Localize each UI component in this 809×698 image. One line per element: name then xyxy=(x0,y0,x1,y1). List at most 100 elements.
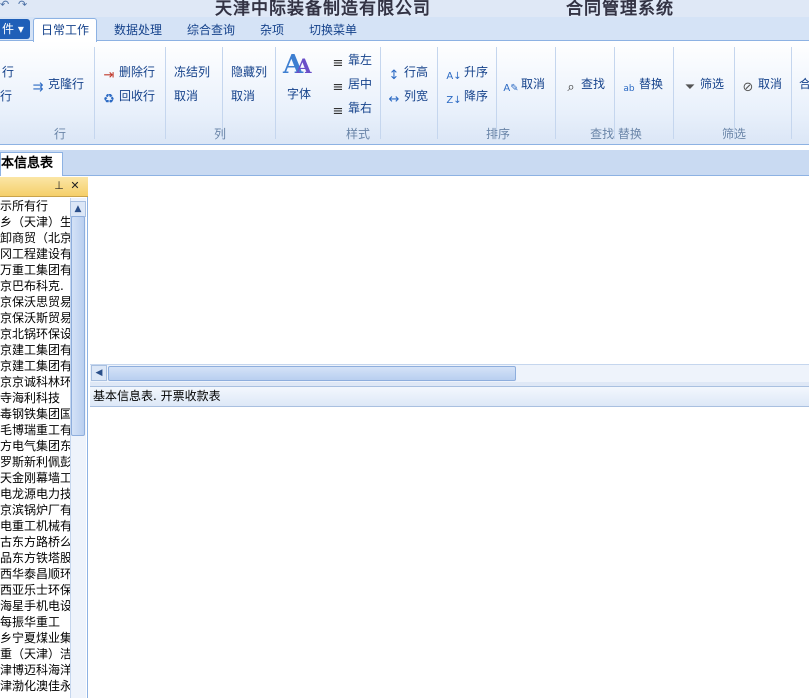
divider xyxy=(275,47,276,139)
clone-row-button[interactable]: ⇉ 克隆行 xyxy=(30,74,84,95)
align-left-icon: ≡ xyxy=(332,56,344,71)
scroll-left-icon[interactable]: ◀ xyxy=(91,365,107,381)
cancel-freeze-button[interactable]: 取消 xyxy=(174,86,198,106)
group-label-sort: 排序 xyxy=(485,127,510,141)
svg-text:A: A xyxy=(295,54,312,78)
find-label: 查找 xyxy=(581,77,606,91)
list-item[interactable]: 京保沃思贸易 xyxy=(0,294,70,310)
list-item[interactable]: 乡宁夏煤业集 xyxy=(0,630,70,646)
column-width-button[interactable]: ↔ 列宽 xyxy=(386,86,428,107)
list-item[interactable]: 方电气集团东 xyxy=(0,438,70,454)
list-item[interactable]: 卸商贸（北京 xyxy=(0,230,70,246)
sort-descending-button[interactable]: Z↓ 降序 xyxy=(446,86,488,106)
group-label-style: 样式 xyxy=(345,127,370,141)
company-list: 示所有行 乡（天津）生 卸商贸（北京 冈工程建设有 万重工集团有 京巴布科克. 京保沃思贸易… xyxy=(0,198,70,698)
font-large-icon[interactable]: A A xyxy=(282,48,316,80)
list-item[interactable]: 罗斯新利佩彭 xyxy=(0,454,70,470)
add-row-button[interactable]: 行 xyxy=(0,62,14,82)
redo-icon[interactable]: ↷ xyxy=(18,0,30,10)
document-tab-basic-info[interactable]: 基本信息表 xyxy=(0,152,63,176)
lower-grid[interactable] xyxy=(90,408,809,698)
cancel-sort-button[interactable]: A✎ 取消 xyxy=(503,74,545,94)
list-item[interactable]: 毒钢铁集团国 xyxy=(0,406,70,422)
delete-row-button[interactable]: ⇥ 删除行 xyxy=(101,62,156,83)
pin-icon[interactable]: ⊥ xyxy=(52,179,66,193)
list-item[interactable]: 每振华重工 xyxy=(0,614,70,630)
list-item[interactable]: 京建工集团有 xyxy=(0,342,70,358)
tab-data-processing[interactable]: 数据处理 xyxy=(114,21,162,41)
list-item[interactable]: 天金刚幕墙工 xyxy=(0,470,70,486)
list-item[interactable]: 京北锅环保设 xyxy=(0,326,70,342)
horizontal-scroll-thumb[interactable] xyxy=(108,366,516,381)
ribbon: 行 行 ⇉ 克隆行 ⇥ 删除行 ♻ 回收行 行 冻结列 取消 隐藏列 取消 列 A A… xyxy=(0,41,809,145)
more-ribbon-button[interactable]: 合 xyxy=(799,74,809,94)
align-right-button[interactable]: ≡ 靠右 xyxy=(330,98,373,119)
undo-icon[interactable]: ↶ xyxy=(0,0,12,10)
list-item[interactable]: 津渤化澳佳永 xyxy=(0,678,70,694)
divider xyxy=(380,47,381,139)
align-left-label: 靠左 xyxy=(348,53,373,67)
hide-column-button[interactable]: 隐藏列 xyxy=(231,62,267,82)
group-label-row: 行 xyxy=(53,127,66,141)
list-item[interactable]: 京保沃斯贸易 xyxy=(0,310,70,326)
upper-grid[interactable] xyxy=(90,178,809,364)
list-item[interactable]: 西华泰昌顺环 xyxy=(0,566,70,582)
replace-label: 替换 xyxy=(639,77,664,91)
group-label-column: 列 xyxy=(213,127,226,141)
freeze-column-button[interactable]: 冻结列 xyxy=(174,62,210,82)
list-item[interactable]: 示所有行 xyxy=(0,198,70,214)
font-button[interactable]: 字体 xyxy=(287,84,311,104)
find-button[interactable]: ⌕ 查找 xyxy=(563,74,606,95)
list-item[interactable]: 京滨锅炉厂有 xyxy=(0,502,70,518)
insert-row-button[interactable]: 行 xyxy=(0,86,12,106)
cancel-filter-label: 取消 xyxy=(758,77,783,91)
recycle-row-button[interactable]: ♻ 回收行 xyxy=(101,86,156,107)
list-item[interactable]: 津博迈科海洋 xyxy=(0,662,70,678)
list-item[interactable]: 京建工集团有 xyxy=(0,358,70,374)
list-item[interactable]: 品东方铁塔股 xyxy=(0,550,70,566)
list-item[interactable]: 乡（天津）生 xyxy=(0,214,70,230)
cancel-sort-label: 取消 xyxy=(521,77,546,91)
list-item[interactable]: 冈工程建设有 xyxy=(0,246,70,262)
list-item[interactable]: 万重工集团有 xyxy=(0,262,70,278)
sort-descending-label: 降序 xyxy=(464,89,489,103)
sort-ascending-label: 升序 xyxy=(464,65,489,79)
binoculars-icon: ⌕ xyxy=(567,80,575,95)
list-item[interactable]: 重（天津）洁 xyxy=(0,646,70,662)
cancel-filter-button[interactable]: ⊘ 取消 xyxy=(740,74,783,95)
close-icon[interactable]: ✕ xyxy=(68,179,82,193)
align-right-label: 靠右 xyxy=(348,101,373,115)
title-bar: ↶ ↷ 天津中际装备制造有限公司 合同管理系统 xyxy=(0,0,809,17)
divider xyxy=(94,47,95,139)
tab-query[interactable]: 综合查询 xyxy=(187,21,235,41)
filter-button[interactable]: ⏷ 筛选 xyxy=(682,74,724,95)
list-item[interactable]: 西亚乐士环保 xyxy=(0,582,70,598)
tab-misc[interactable]: 杂项 xyxy=(260,21,284,41)
sort-ascending-button[interactable]: A↓ 升序 xyxy=(446,62,488,82)
delete-row-label: 删除行 xyxy=(119,65,156,79)
align-center-button[interactable]: ≡ 居中 xyxy=(330,74,372,95)
list-item[interactable]: 电重工机械有 xyxy=(0,518,70,534)
list-item[interactable]: 古东方路桥么 xyxy=(0,534,70,550)
file-menu-button[interactable]: 件 ▾ xyxy=(0,19,30,39)
row-height-button[interactable]: ↕ 行高 xyxy=(386,62,428,83)
divider xyxy=(437,47,438,139)
recycle-row-label: 回收行 xyxy=(119,89,156,103)
tab-daily-work[interactable]: 日常工作 xyxy=(33,18,98,42)
divider xyxy=(555,47,556,139)
group-label-filter: 筛选 xyxy=(721,127,746,141)
vertical-scroll-thumb[interactable] xyxy=(71,216,85,436)
scroll-up-icon[interactable]: ▲ xyxy=(70,201,86,217)
tab-switch-menu[interactable]: 切换菜单 xyxy=(309,21,357,41)
list-item[interactable]: 海星手机电设 xyxy=(0,598,70,614)
system-title: 合同管理系统 xyxy=(566,0,674,17)
list-item[interactable]: 寺海利科技 xyxy=(0,390,70,406)
list-item[interactable]: 京京诚科林环 xyxy=(0,374,70,390)
align-center-icon: ≡ xyxy=(332,80,344,95)
list-item[interactable]: 京巴布科克. xyxy=(0,278,70,294)
cancel-hide-button[interactable]: 取消 xyxy=(231,86,255,106)
list-item[interactable]: 毛博瑞重工有 xyxy=(0,422,70,438)
replace-button[interactable]: ab 替换 xyxy=(621,74,663,94)
align-left-button[interactable]: ≡ 靠左 xyxy=(330,50,373,71)
list-item[interactable]: 电龙源电力技 xyxy=(0,486,70,502)
